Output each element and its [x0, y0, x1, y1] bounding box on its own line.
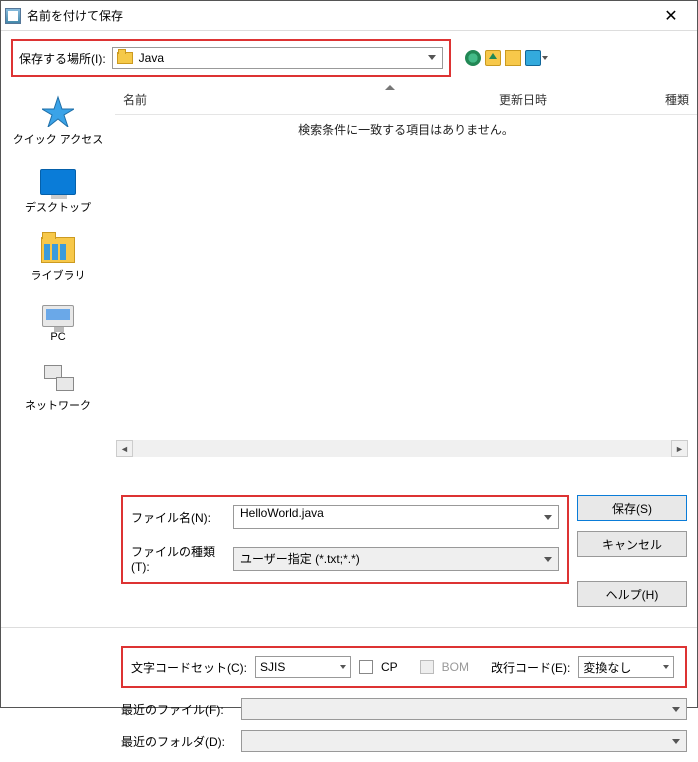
bom-label: BOM [442, 660, 469, 674]
sidebar-item-label: クイック アクセス [13, 131, 104, 147]
horizontal-scrollbar[interactable]: ◄ ► [116, 440, 688, 457]
newline-select[interactable]: 変換なし [578, 656, 674, 678]
newline-value: 変換なし [583, 659, 631, 676]
folder-icon [117, 52, 133, 64]
up-folder-icon[interactable] [485, 50, 501, 66]
encoding-select[interactable]: SJIS [255, 656, 351, 678]
chevron-down-icon[interactable] [544, 515, 552, 520]
save-button[interactable]: 保存(S) [577, 495, 687, 521]
close-icon[interactable]: ✕ [649, 2, 693, 30]
libraries-icon [41, 237, 75, 263]
chevron-down-icon [340, 665, 346, 669]
sidebar-item-pc[interactable]: PC [42, 305, 74, 343]
filename-input[interactable]: HelloWorld.java [233, 505, 559, 529]
places-sidebar: クイック アクセス デスクトップ ライブラリ PC ネットワーク [1, 85, 115, 485]
back-icon[interactable] [465, 50, 481, 66]
recent-files-label: 最近のファイル(F): [121, 701, 231, 718]
view-mode-icon[interactable] [525, 50, 541, 66]
column-headers[interactable]: 名前 更新日時 種類 [115, 85, 697, 115]
nav-toolbar [465, 50, 551, 66]
chevron-down-icon [663, 665, 669, 669]
chevron-down-icon [544, 557, 552, 562]
column-date[interactable]: 更新日時 [499, 91, 639, 108]
column-name[interactable]: 名前 [123, 91, 499, 108]
bom-checkbox [420, 660, 434, 674]
new-folder-icon[interactable] [505, 50, 521, 66]
sidebar-item-quick-access[interactable]: クイック アクセス [13, 95, 104, 147]
sort-indicator-icon [385, 85, 395, 90]
encoding-value: SJIS [260, 660, 285, 674]
sidebar-item-network[interactable]: ネットワーク [25, 365, 91, 413]
location-combo[interactable]: Java [112, 47, 443, 69]
newline-label: 改行コード(E): [491, 659, 570, 676]
file-list[interactable]: 名前 更新日時 種類 検索条件に一致する項目はありません。 [115, 85, 697, 485]
filename-label: ファイル名(N): [131, 509, 223, 526]
quick-access-icon [42, 95, 74, 127]
filetype-label: ファイルの種類(T): [131, 543, 223, 574]
recent-folders-label: 最近のフォルダ(D): [121, 733, 231, 750]
filetype-value: ユーザー指定 (*.txt;*.*) [240, 550, 360, 567]
cancel-button[interactable]: キャンセル [577, 531, 687, 557]
empty-message: 検索条件に一致する項目はありません。 [115, 115, 697, 138]
sidebar-item-label: PC [50, 331, 65, 343]
pc-icon [42, 305, 74, 327]
column-type[interactable]: 種類 [639, 91, 689, 108]
titlebar: 名前を付けて保存 ✕ [1, 1, 697, 31]
encoding-highlight: 文字コードセット(C): SJIS CP BOM 改行コード(E): 変換なし [121, 646, 687, 688]
window-title: 名前を付けて保存 [27, 7, 649, 24]
recent-folders-select[interactable] [241, 730, 687, 752]
app-icon [5, 8, 21, 24]
divider [1, 627, 697, 628]
cp-label: CP [381, 660, 398, 674]
location-highlight: 保存する場所(I): Java [11, 39, 451, 77]
location-label: 保存する場所(I): [19, 50, 106, 67]
help-button[interactable]: ヘルプ(H) [577, 581, 687, 607]
network-icon [42, 365, 74, 393]
sidebar-item-label: ネットワーク [25, 397, 91, 413]
scroll-right-icon[interactable]: ► [671, 440, 688, 457]
recent-files-select[interactable] [241, 698, 687, 720]
sidebar-item-desktop[interactable]: デスクトップ [25, 169, 91, 215]
chevron-down-icon [672, 739, 680, 744]
location-value: Java [139, 51, 164, 65]
filename-highlight: ファイル名(N): HelloWorld.java ファイルの種類(T): ユー… [121, 495, 569, 584]
scroll-left-icon[interactable]: ◄ [116, 440, 133, 457]
sidebar-item-label: デスクトップ [25, 199, 91, 215]
sidebar-item-libraries[interactable]: ライブラリ [31, 237, 86, 283]
filename-value: HelloWorld.java [240, 506, 324, 520]
sidebar-item-label: ライブラリ [31, 267, 86, 283]
encoding-label: 文字コードセット(C): [131, 659, 247, 676]
scroll-track[interactable] [133, 440, 671, 457]
filetype-select[interactable]: ユーザー指定 (*.txt;*.*) [233, 547, 559, 571]
desktop-icon [40, 169, 76, 195]
cp-checkbox[interactable] [359, 660, 373, 674]
chevron-down-icon [428, 55, 436, 60]
